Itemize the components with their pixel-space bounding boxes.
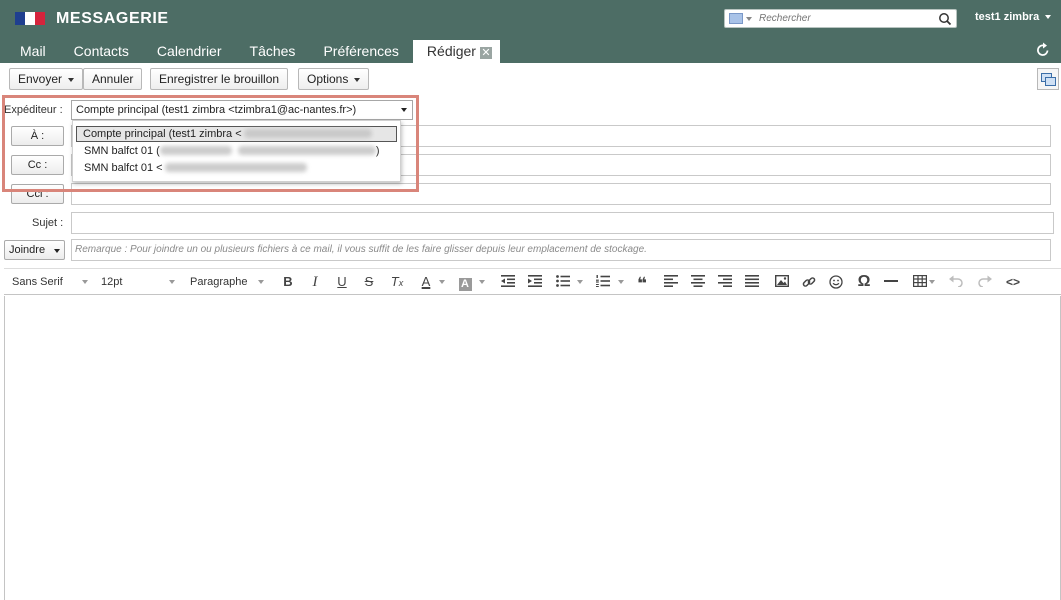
chevron-down-icon	[82, 280, 88, 284]
search-box[interactable]	[724, 9, 957, 28]
top-bar: MESSAGERIE test1 zimbra Mail Contacts Ca…	[0, 0, 1061, 63]
block-format-select[interactable]: Paragraphe	[190, 273, 264, 291]
source-code-icon[interactable]: <>	[1003, 273, 1023, 291]
align-right-icon[interactable]	[715, 273, 735, 291]
strikethrough-icon[interactable]: S	[359, 273, 379, 291]
redacted-text	[164, 163, 307, 172]
redacted-text	[237, 146, 376, 155]
chevron-down-icon[interactable]	[929, 280, 935, 284]
detach-window-button[interactable]	[1037, 68, 1059, 90]
chevron-down-icon	[354, 77, 361, 82]
attach-hint: Remarque : Pour joindre un ou plusieurs …	[75, 244, 647, 255]
block-format-value: Paragraphe	[190, 276, 248, 288]
highlight-color-icon[interactable]: A	[455, 273, 475, 291]
tab-compose[interactable]: Rédiger ✕	[412, 40, 500, 63]
special-character-icon[interactable]: Ω	[854, 273, 874, 291]
app-title: MESSAGERIE	[56, 10, 169, 27]
chevron-down-icon[interactable]	[68, 77, 75, 82]
outdent-icon[interactable]	[498, 273, 518, 291]
tab-mail[interactable]: Mail	[0, 40, 60, 63]
redacted-text	[243, 129, 372, 138]
font-size-value: 12pt	[101, 276, 123, 288]
subject-label: Sujet :	[32, 217, 64, 229]
french-flag-logo	[15, 12, 45, 25]
from-option[interactable]: Compte principal (test1 zimbra <	[76, 126, 397, 142]
tab-calendar[interactable]: Calendrier	[143, 40, 236, 63]
search-input[interactable]	[759, 11, 934, 26]
tab-contacts[interactable]: Contacts	[60, 40, 143, 63]
chevron-down-icon[interactable]	[618, 280, 624, 284]
align-left-icon[interactable]	[661, 273, 681, 291]
chevron-down-icon	[169, 280, 175, 284]
send-button[interactable]: Envoyer	[9, 68, 84, 90]
chevron-down-icon[interactable]	[439, 280, 445, 284]
undo-icon[interactable]	[946, 273, 966, 291]
save-draft-button[interactable]: Enregistrer le brouillon	[150, 68, 289, 90]
compose-toolbar: Envoyer Annuler Enregistrer le brouillon…	[0, 63, 1061, 95]
italic-icon[interactable]: I	[305, 273, 325, 291]
attach-drop-zone[interactable]: Remarque : Pour joindre un ou plusieurs …	[71, 239, 1051, 261]
horizontal-rule-icon[interactable]	[881, 273, 901, 291]
image-icon[interactable]	[772, 273, 792, 291]
user-name: test1 zimbra	[975, 11, 1040, 23]
close-icon[interactable]: ✕	[479, 47, 492, 59]
chevron-down-icon[interactable]	[746, 17, 752, 21]
align-justify-icon[interactable]	[742, 273, 762, 291]
attach-button[interactable]: Joindre	[4, 240, 65, 260]
blockquote-icon[interactable]: ❝	[632, 273, 652, 293]
message-body-editor[interactable]	[4, 296, 1061, 600]
from-option-tail: )	[375, 145, 380, 157]
editor-toolbar: Sans Serif 12pt Paragraphe B I U S Tx A …	[4, 268, 1061, 295]
send-button-label: Envoyer	[18, 72, 63, 86]
font-family-value: Sans Serif	[12, 276, 63, 288]
search-icon[interactable]	[938, 12, 952, 26]
bold-icon[interactable]: B	[278, 273, 298, 291]
underline-icon[interactable]: U	[332, 273, 352, 291]
numbered-list-icon[interactable]	[593, 273, 613, 291]
redo-icon[interactable]	[975, 273, 995, 291]
app-tabs: Mail Contacts Calendrier Tâches Préféren…	[0, 40, 500, 63]
indent-icon[interactable]	[525, 273, 545, 291]
emoji-icon[interactable]	[826, 273, 846, 291]
options-button-label: Options	[307, 72, 349, 86]
bullet-list-icon[interactable]	[553, 273, 573, 291]
from-option-label: Compte principal (test1 zimbra <	[83, 128, 242, 140]
font-family-select[interactable]: Sans Serif	[12, 273, 88, 291]
align-center-icon[interactable]	[688, 273, 708, 291]
chevron-down-icon[interactable]	[577, 280, 583, 284]
chevron-down-icon[interactable]	[479, 280, 485, 284]
cancel-button[interactable]: Annuler	[83, 68, 143, 90]
window-icon	[1045, 77, 1056, 86]
font-size-select[interactable]: 12pt	[101, 273, 175, 291]
from-dropdown-list: Compte principal (test1 zimbra < SMN bal…	[72, 120, 401, 182]
table-icon[interactable]	[910, 273, 930, 291]
from-option[interactable]: SMN balfct 01 ()	[78, 144, 379, 160]
tab-tasks[interactable]: Tâches	[236, 40, 310, 63]
chevron-down-icon[interactable]	[54, 249, 60, 253]
tab-preferences[interactable]: Préférences	[309, 40, 412, 63]
subject-field[interactable]	[71, 212, 1054, 234]
refresh-icon[interactable]	[1036, 42, 1050, 58]
from-option-label: SMN balfct 01 (	[84, 145, 160, 157]
options-button[interactable]: Options	[298, 68, 370, 90]
attach-button-label: Joindre	[9, 244, 46, 256]
tab-compose-label: Rédiger	[426, 43, 476, 59]
chevron-down-icon	[258, 280, 264, 284]
text-color-icon[interactable]: A	[416, 273, 436, 291]
from-option[interactable]: SMN balfct 01 <	[78, 161, 307, 177]
link-icon[interactable]	[799, 273, 819, 291]
mail-scope-icon[interactable]	[729, 13, 743, 24]
redacted-text	[159, 146, 232, 155]
clear-formatting-icon[interactable]: Tx	[387, 273, 407, 291]
user-menu[interactable]: test1 zimbra	[975, 11, 1052, 23]
from-option-label: SMN balfct 01 <	[84, 162, 163, 174]
chevron-down-icon	[1045, 15, 1052, 20]
